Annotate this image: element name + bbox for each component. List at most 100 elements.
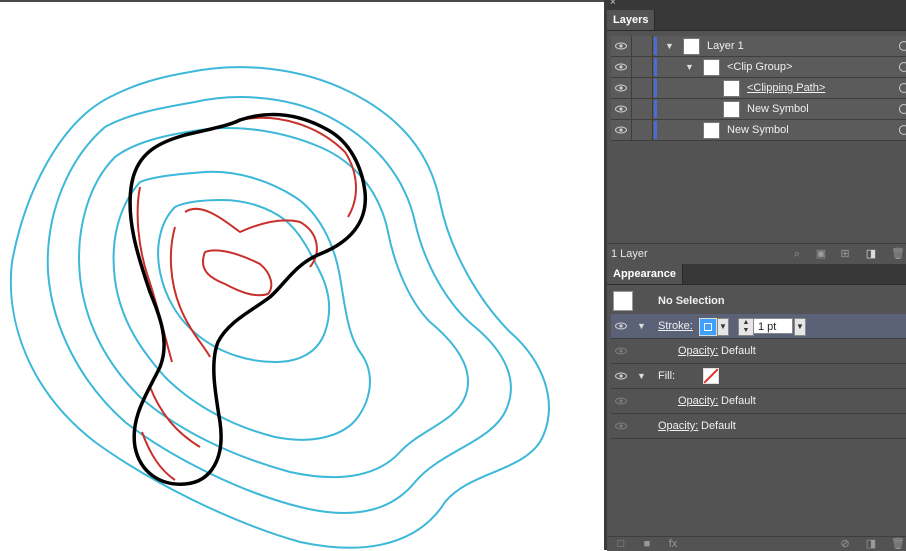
contour-line-2[interactable]	[46, 96, 512, 514]
lock-toggle[interactable]	[632, 36, 653, 56]
layer-count: 1 Layer	[611, 248, 648, 260]
layers-tab-strip: Layers	[607, 10, 906, 31]
layer-color-bar	[654, 58, 657, 76]
expand-triangle-icon[interactable]: ▼	[637, 364, 646, 388]
make-clipping-mask-icon[interactable]: ▣	[815, 248, 827, 260]
layer-color-bar	[654, 121, 657, 139]
layer-name[interactable]: Layer 1	[707, 36, 744, 56]
clipped-contour-1[interactable]	[136, 116, 357, 363]
lock-toggle[interactable]	[632, 78, 653, 98]
expand-triangle-icon[interactable]: ▼	[685, 57, 694, 77]
layer-name[interactable]: <Clip Group>	[727, 57, 792, 77]
visibility-toggle[interactable]	[611, 414, 631, 438]
stroke-row[interactable]: ▼ Stroke: ▼ ▲ ▼ 1 pt ▼	[611, 314, 906, 339]
layer-thumbnail	[723, 101, 740, 118]
lock-toggle[interactable]	[632, 57, 653, 77]
delete-icon[interactable]: 🗑	[891, 538, 905, 550]
add-stroke-icon[interactable]: □	[615, 538, 627, 550]
artboard-canvas[interactable]	[0, 2, 604, 550]
eye-icon	[615, 422, 627, 430]
layer-row-clip-group[interactable]: ▼ <Clip Group>	[611, 57, 906, 78]
eye-icon	[615, 397, 627, 405]
stroke-label[interactable]: Stroke:	[658, 314, 693, 338]
contour-line-3[interactable]	[78, 127, 470, 479]
layers-footer: 1 Layer ⌕ ▣ ⊞ ◨ 🗑	[607, 243, 906, 264]
lock-toggle[interactable]	[632, 120, 653, 140]
target-circle-icon[interactable]	[899, 62, 906, 72]
layer-color-bar	[654, 100, 657, 118]
selection-label: No Selection	[658, 295, 725, 307]
visibility-toggle[interactable]	[611, 36, 632, 56]
side-panel: × Layers ▼ Layer 1 ▼ <Clip Group> <Clipp…	[607, 0, 906, 551]
tab-layers[interactable]: Layers	[607, 10, 656, 30]
layer-row-new-symbol-inner[interactable]: New Symbol	[611, 99, 906, 120]
fill-row[interactable]: ▼ Fill:	[611, 364, 906, 389]
layer-color-bar	[654, 79, 657, 97]
eye-icon	[615, 372, 627, 380]
eye-icon	[615, 42, 627, 50]
lock-toggle[interactable]	[632, 99, 653, 119]
layer-name[interactable]: <Clipping Path>	[747, 78, 825, 98]
layer-color-bar	[654, 37, 657, 55]
visibility-toggle[interactable]	[611, 314, 631, 338]
object-opacity-label[interactable]: Opacity:	[658, 414, 698, 438]
visibility-toggle[interactable]	[611, 78, 632, 98]
appearance-footer: □ ■ fx ⊘ ◨ 🗑	[607, 536, 906, 551]
fill-opacity-value: Default	[721, 395, 756, 407]
selection-row: No Selection	[611, 288, 906, 315]
fill-label[interactable]: Fill:	[658, 364, 675, 388]
stroke-weight-stepper[interactable]: ▲ ▼	[738, 318, 754, 336]
close-icon[interactable]: ×	[610, 0, 616, 8]
stroke-opacity-row[interactable]: Opacity: Default	[611, 339, 906, 364]
chevron-down-icon[interactable]: ▼	[794, 318, 806, 336]
contour-line-4[interactable]	[112, 170, 371, 441]
layer-row-clipping-path[interactable]: <Clipping Path>	[611, 78, 906, 99]
layer-name[interactable]: New Symbol	[727, 120, 789, 140]
visibility-toggle[interactable]	[611, 57, 632, 77]
add-fill-icon[interactable]: ■	[641, 538, 653, 550]
fill-opacity-label[interactable]: Opacity:	[678, 389, 718, 413]
target-circle-icon[interactable]	[899, 41, 906, 51]
target-circle-icon[interactable]	[899, 104, 906, 114]
stroke-opacity-value: Default	[721, 345, 756, 357]
stroke-color-swatch[interactable]	[699, 318, 717, 336]
target-circle-icon[interactable]	[899, 83, 906, 93]
layer-thumbnail	[683, 38, 700, 55]
clipped-contour-3[interactable]	[202, 249, 273, 297]
new-layer-icon[interactable]: ◨	[865, 248, 877, 260]
new-sublayer-icon[interactable]: ⊞	[839, 248, 851, 260]
delete-icon[interactable]: 🗑	[891, 248, 905, 260]
visibility-toggle[interactable]	[611, 364, 631, 388]
visibility-toggle[interactable]	[611, 120, 632, 140]
layer-row-layer-1[interactable]: ▼ Layer 1	[611, 36, 906, 57]
duplicate-item-icon[interactable]: ◨	[865, 538, 877, 550]
clear-appearance-icon[interactable]: ⊘	[839, 538, 851, 550]
object-opacity-value: Default	[701, 420, 736, 432]
target-circle-icon[interactable]	[899, 125, 906, 135]
eye-icon	[615, 105, 627, 113]
visibility-toggle[interactable]	[611, 389, 631, 413]
layer-row-new-symbol[interactable]: New Symbol	[611, 120, 906, 141]
layer-name[interactable]: New Symbol	[747, 99, 809, 119]
fx-icon[interactable]: fx	[667, 538, 679, 550]
selection-thumbnail	[613, 291, 633, 311]
expand-triangle-icon[interactable]: ▼	[637, 314, 646, 338]
layer-thumbnail	[703, 59, 720, 76]
locate-object-icon[interactable]: ⌕	[791, 248, 803, 260]
tab-appearance[interactable]: Appearance	[607, 264, 683, 284]
visibility-toggle[interactable]	[611, 99, 632, 119]
eye-icon	[615, 84, 627, 92]
eye-icon	[615, 63, 627, 71]
chevron-down-icon[interactable]: ▼	[717, 318, 729, 336]
stroke-opacity-label[interactable]: Opacity:	[678, 339, 718, 363]
expand-triangle-icon[interactable]: ▼	[665, 36, 674, 56]
appearance-tab-strip: Appearance	[607, 264, 906, 285]
visibility-toggle[interactable]	[611, 339, 631, 363]
stroke-weight-input[interactable]: 1 pt	[753, 318, 793, 334]
eye-icon	[615, 126, 627, 134]
fill-none-swatch[interactable]	[703, 368, 719, 384]
object-opacity-row[interactable]: Opacity: Default	[611, 414, 906, 439]
eye-icon	[615, 322, 627, 330]
fill-opacity-row[interactable]: Opacity: Default	[611, 389, 906, 414]
artwork	[9, 66, 550, 549]
